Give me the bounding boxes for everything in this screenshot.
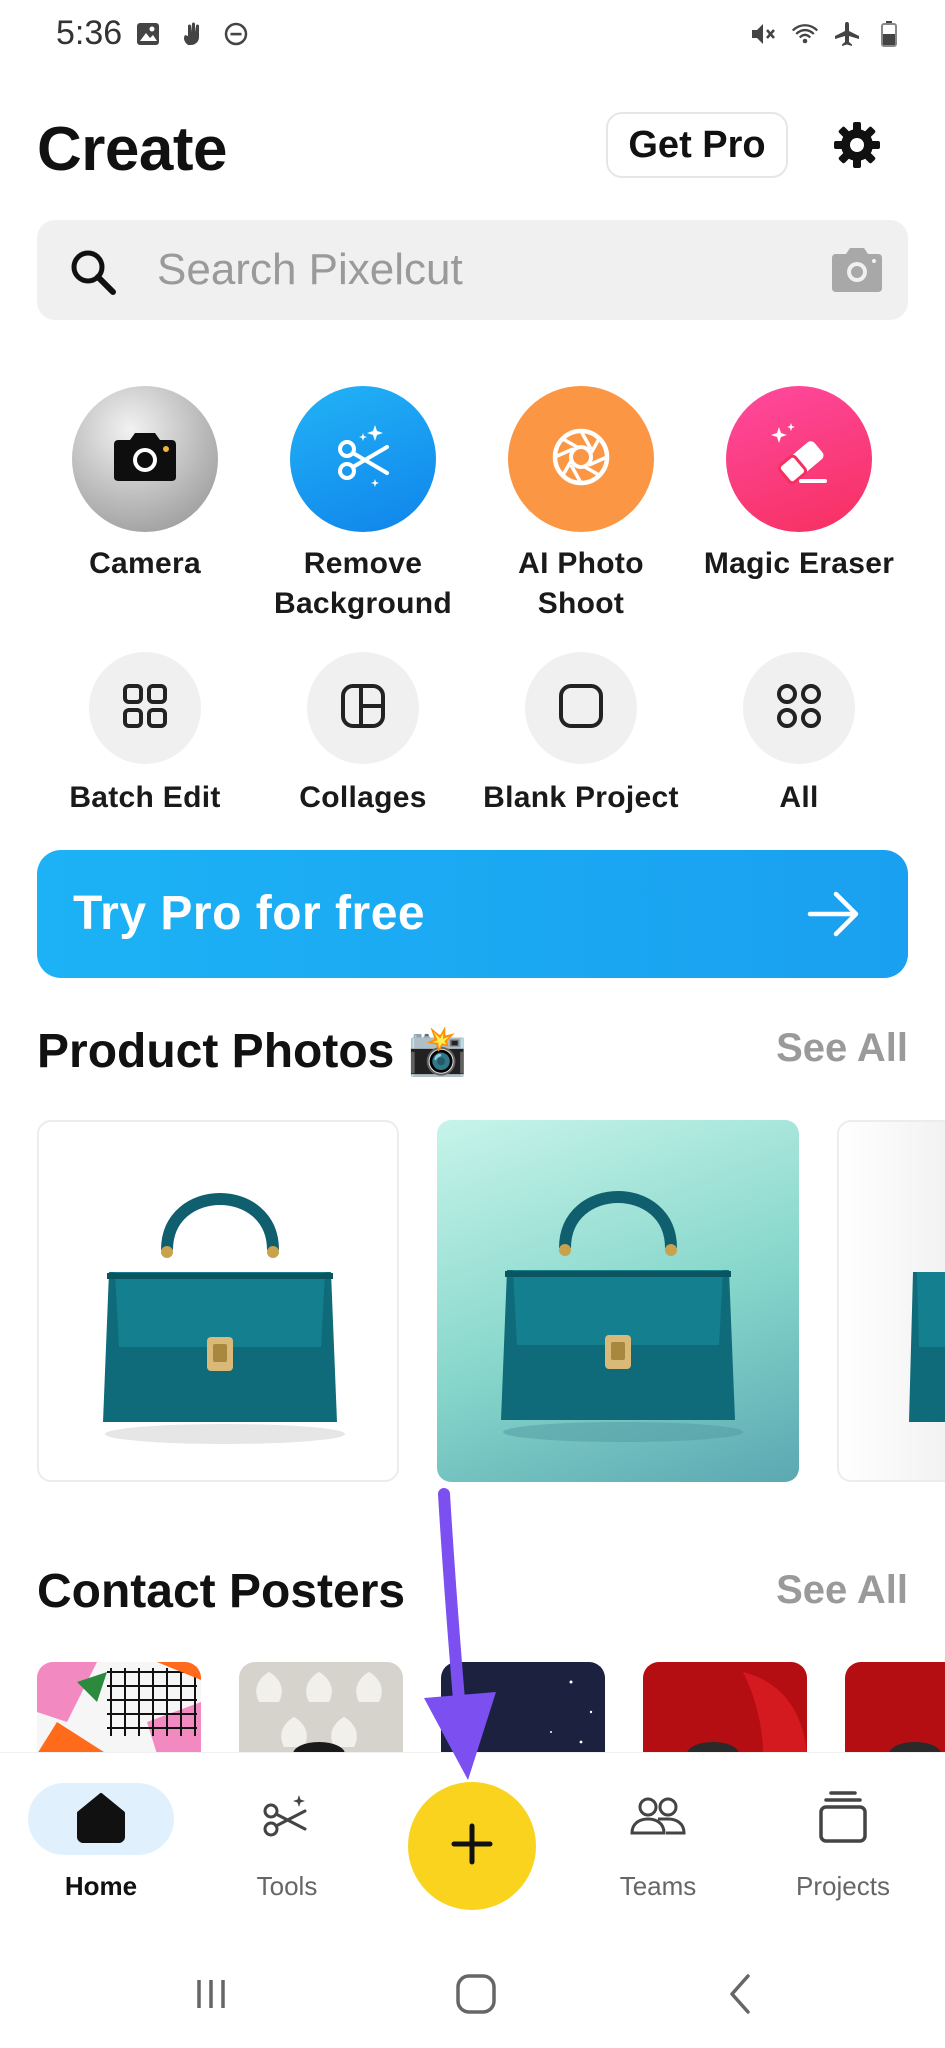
contact-posters-title: Contact Posters xyxy=(37,1565,406,1618)
tool-collages-circle xyxy=(307,652,419,764)
tool-ai-photo-shoot-label: AI Photo Shoot xyxy=(518,547,644,620)
tool-camera[interactable]: Camera xyxy=(36,386,254,584)
nav-tools-label: Tools xyxy=(256,1871,318,1901)
tool-magic-eraser-label: Magic Eraser xyxy=(703,547,895,580)
back-icon[interactable] xyxy=(710,1970,770,2018)
people-icon xyxy=(628,1791,688,1848)
contact-posters-see-all[interactable]: See All xyxy=(776,1568,908,1613)
home-button-icon[interactable] xyxy=(446,1970,506,2018)
tool-batch-edit-circle xyxy=(89,652,201,764)
tool-camera-label: Camera xyxy=(89,547,201,580)
settings-button[interactable] xyxy=(826,116,888,178)
nav-projects-label: Projects xyxy=(796,1871,890,1901)
arrow-right-icon xyxy=(806,888,862,940)
poster-card[interactable] xyxy=(845,1662,945,1754)
tool-blank-project[interactable]: Blank Project xyxy=(472,652,690,818)
tool-blank-project-label: Blank Project xyxy=(483,781,679,814)
nav-tools[interactable]: Tools xyxy=(197,1783,377,1902)
contact-posters-header: Contact Posters See All xyxy=(37,1564,908,1628)
system-nav-bar xyxy=(0,1932,945,2048)
tool-remove-background-label: Remove Background xyxy=(273,547,453,620)
tool-remove-background-circle xyxy=(290,386,436,532)
status-bar: 5:36 xyxy=(0,0,945,72)
stack-icon xyxy=(817,1789,869,1850)
product-photos-header: Product Photos 📸 See All xyxy=(37,1022,908,1086)
product-photos-see-all[interactable]: See All xyxy=(776,1026,908,1071)
tool-batch-edit-label: Batch Edit xyxy=(69,781,221,814)
dnd-icon xyxy=(222,20,250,48)
scissors-sparkle-icon xyxy=(325,419,401,500)
poster-card[interactable] xyxy=(643,1662,807,1754)
nav-projects[interactable]: Projects xyxy=(753,1783,933,1902)
battery-icon xyxy=(875,20,903,48)
plus-icon xyxy=(448,1820,496,1873)
nav-home[interactable]: Home xyxy=(11,1783,191,1902)
tool-collages-label: Collages xyxy=(299,781,427,814)
get-pro-button[interactable]: Get Pro xyxy=(606,112,788,178)
poster-card[interactable] xyxy=(441,1662,605,1754)
tool-magic-eraser[interactable]: Magic Eraser xyxy=(690,386,908,584)
nav-teams-icon-wrap xyxy=(585,1783,731,1855)
apps-icon xyxy=(775,682,823,735)
teal-handbag-image xyxy=(437,1191,799,1482)
nav-teams[interactable]: Teams xyxy=(568,1783,748,1902)
mute-icon xyxy=(749,20,777,48)
wifi-icon xyxy=(791,20,819,48)
header: Create Get Pro xyxy=(0,100,945,200)
airplane-icon xyxy=(833,20,861,48)
square-icon xyxy=(557,682,605,735)
tool-collages[interactable]: Collages xyxy=(254,652,472,818)
nav-teams-label: Teams xyxy=(619,1871,697,1901)
camera-icon[interactable] xyxy=(828,244,886,296)
tool-batch-edit[interactable]: Batch Edit xyxy=(36,652,254,818)
status-time: 5:36 xyxy=(56,14,123,52)
scissors-icon xyxy=(259,1791,315,1848)
grid-icon xyxy=(121,682,169,735)
nav-home-icon-wrap xyxy=(28,1783,174,1855)
poster-card[interactable] xyxy=(239,1662,403,1754)
status-right-icons xyxy=(749,20,903,48)
gallery-icon xyxy=(134,20,162,48)
page-title: Create xyxy=(37,115,228,184)
search-icon xyxy=(67,246,119,298)
camera-icon xyxy=(110,429,180,490)
tool-camera-circle xyxy=(72,386,218,532)
poster-card[interactable] xyxy=(37,1662,201,1754)
product-photos-title-text: Product Photos xyxy=(37,1025,395,1078)
create-fab-button[interactable] xyxy=(408,1782,536,1910)
status-left-icons xyxy=(134,20,250,48)
search-bar[interactable] xyxy=(37,220,908,320)
eraser-icon xyxy=(761,419,837,500)
try-pro-banner[interactable]: Try Pro for free xyxy=(37,850,908,978)
gear-icon xyxy=(832,120,882,175)
tool-ai-photo-shoot-circle xyxy=(508,386,654,532)
collage-icon xyxy=(339,682,387,735)
recents-icon[interactable] xyxy=(181,1970,241,2018)
tool-all-circle xyxy=(743,652,855,764)
product-card[interactable] xyxy=(837,1120,945,1482)
home-icon xyxy=(73,1791,129,1848)
aperture-icon xyxy=(549,425,613,494)
tool-all-label: All xyxy=(779,781,819,814)
search-input[interactable] xyxy=(157,242,837,298)
nav-tools-icon-wrap xyxy=(214,1783,360,1855)
tool-all[interactable]: All xyxy=(690,652,908,818)
tool-remove-background[interactable]: Remove Background xyxy=(254,386,472,624)
camera-flash-emoji: 📸 xyxy=(407,1025,468,1078)
product-card[interactable] xyxy=(37,1120,399,1482)
product-card[interactable] xyxy=(437,1120,799,1482)
product-photos-title: Product Photos 📸 xyxy=(37,1022,467,1079)
nav-home-label: Home xyxy=(64,1871,138,1901)
tool-blank-project-circle xyxy=(525,652,637,764)
teal-handbag-image xyxy=(39,1193,397,1480)
try-pro-label: Try Pro for free xyxy=(73,887,426,940)
nav-projects-icon-wrap xyxy=(770,1783,916,1855)
tool-magic-eraser-circle xyxy=(726,386,872,532)
tool-ai-photo-shoot[interactable]: AI Photo Shoot xyxy=(472,386,690,624)
hand-icon xyxy=(178,20,206,48)
teal-handbag-image xyxy=(839,1272,945,1480)
